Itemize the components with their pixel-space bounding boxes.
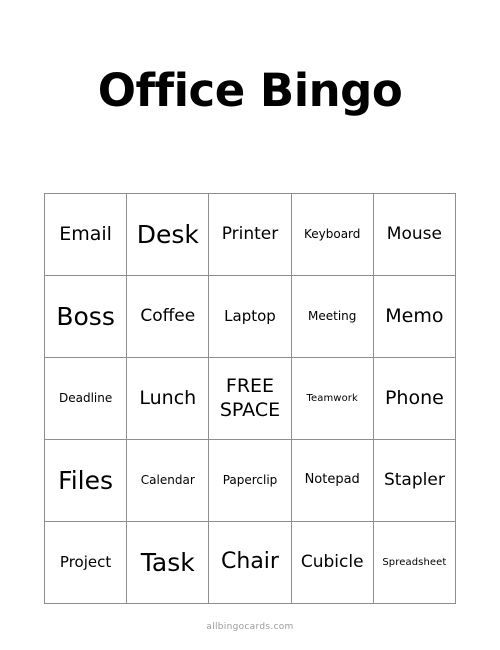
bingo-cell-label: Lunch: [139, 386, 197, 409]
bingo-cell[interactable]: Desk: [127, 194, 210, 276]
bingo-cell-label: Notepad: [304, 472, 360, 488]
bingo-cell-label: Chair: [221, 549, 279, 575]
bingo-cell-label: Memo: [385, 304, 444, 327]
bingo-cell[interactable]: Teamwork: [291, 358, 374, 440]
bingo-cell-label: Project: [59, 553, 112, 572]
bingo-cell-label: Boss: [56, 301, 115, 331]
bingo-cell[interactable]: Meeting: [291, 276, 374, 358]
bingo-cell-label: Email: [59, 222, 112, 245]
bingo-cell[interactable]: Paperclip: [209, 440, 292, 522]
bingo-cell-label: Paperclip: [222, 472, 278, 487]
bingo-cell[interactable]: Coffee: [127, 276, 210, 358]
bingo-cell[interactable]: Notepad: [291, 440, 374, 522]
bingo-cell[interactable]: Spreadsheet: [373, 522, 456, 604]
bingo-cell-label: FREE SPACE: [219, 375, 281, 421]
bingo-cell-label: Meeting: [308, 308, 357, 323]
bingo-cell-label: Mouse: [386, 223, 442, 244]
bingo-card: Office Bingo Email Desk Printer Keyboard Mou…: [0, 0, 500, 650]
bingo-cell[interactable]: Project: [45, 522, 128, 604]
bingo-cell-label: Keyboard: [303, 226, 361, 241]
bingo-cell-label: Task: [140, 547, 195, 577]
bingo-cell[interactable]: Task: [127, 522, 210, 604]
bingo-cell-label: Calendar: [140, 472, 195, 487]
page-title: Office Bingo: [97, 64, 403, 117]
bingo-cell-label: Desk: [136, 219, 199, 249]
bingo-grid: Email Desk Printer Keyboard Mouse Boss Coffee L…: [44, 193, 456, 604]
bingo-cell[interactable]: Calendar: [127, 440, 210, 522]
bingo-cell-label: Spreadsheet: [382, 556, 447, 568]
bingo-cell-label: Deadline: [58, 390, 113, 405]
bingo-cell[interactable]: Lunch: [127, 358, 210, 440]
bingo-cell[interactable]: Chair: [209, 522, 292, 604]
bingo-cell[interactable]: Deadline: [45, 358, 128, 440]
bingo-cell[interactable]: Printer: [209, 194, 292, 276]
footer-source-label: allbingocards.com: [206, 622, 294, 632]
bingo-cell-label: Printer: [221, 223, 279, 244]
bingo-cell-label: Stapler: [383, 469, 445, 490]
bingo-cell[interactable]: Phone: [373, 358, 456, 440]
bingo-cell[interactable]: Laptop: [209, 276, 292, 358]
bingo-cell-label: Laptop: [224, 307, 276, 326]
bingo-cell[interactable]: Stapler: [373, 440, 456, 522]
bingo-cell-label: Coffee: [140, 305, 196, 326]
bingo-cell-label: Teamwork: [306, 392, 358, 404]
bingo-cell-label: Files: [58, 465, 114, 495]
bingo-cell[interactable]: Cubicle: [291, 522, 374, 604]
bingo-cell[interactable]: Email: [45, 194, 128, 276]
bingo-cell[interactable]: Files: [45, 440, 128, 522]
bingo-cell[interactable]: Keyboard: [291, 194, 374, 276]
bingo-cell[interactable]: Memo: [373, 276, 456, 358]
bingo-cell[interactable]: Boss: [45, 276, 128, 358]
bingo-cell-label: Phone: [384, 386, 444, 409]
bingo-cell-label: Cubicle: [300, 551, 364, 572]
bingo-cell-free-space[interactable]: FREE SPACE: [209, 358, 292, 440]
bingo-cell[interactable]: Mouse: [373, 194, 456, 276]
